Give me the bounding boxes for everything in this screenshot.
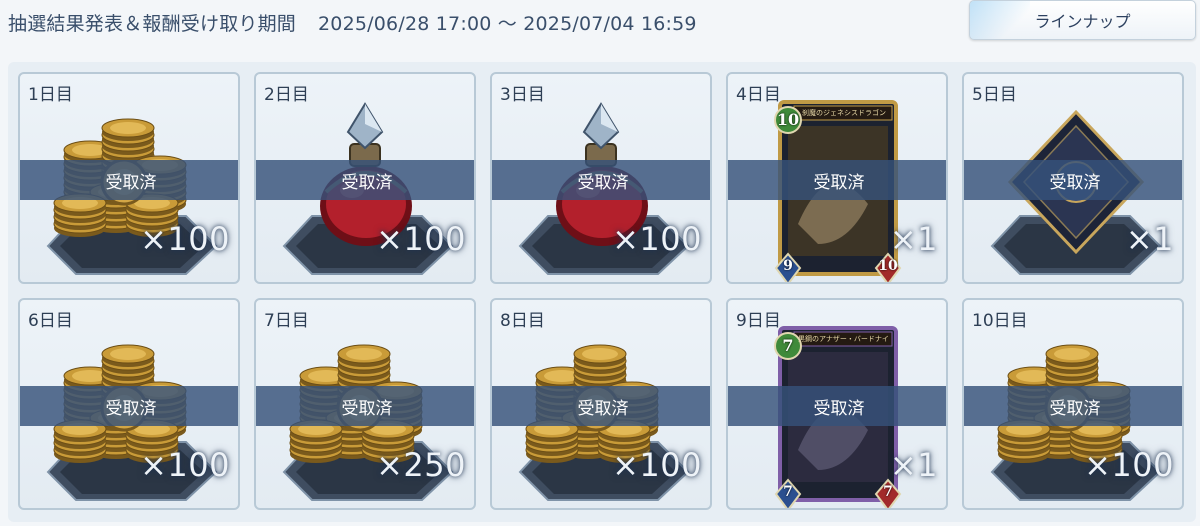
reward-card-day-4[interactable]: 4日目 10 9 10 刹魔のジェネシスドラゴン ×1 受取済	[726, 72, 948, 284]
header: 抽選結果発表＆報酬受け取り期間 2025/06/28 17:00 ～ 2025/0…	[0, 0, 1200, 46]
reward-quantity: ×1	[889, 446, 938, 484]
reward-card-day-9[interactable]: 9日目 7 7 7 黒鋼のアナザー・バードナイト ×1 受取済	[726, 298, 948, 510]
reward-quantity: ×100	[612, 220, 702, 258]
reward-card-day-10[interactable]: 10日目 ×100 受取済	[962, 298, 1184, 510]
sparkle-decoration	[970, 1, 1030, 39]
reward-grid: 1日目 ×100 受取済 2日目 ×100 受取済 3日目 ×100 受取済 4日目 10 9 1…	[8, 62, 1196, 522]
day-label: 6日目	[28, 311, 73, 331]
day-label: 5日目	[972, 85, 1017, 105]
reward-quantity: ×100	[1084, 446, 1174, 484]
reward-quantity: ×250	[376, 446, 466, 484]
reward-quantity: ×1	[1125, 220, 1174, 258]
claimed-status-band: 受取済	[256, 386, 474, 426]
period-range: 2025/06/28 17:00 ～ 2025/07/04 16:59	[318, 13, 697, 35]
period-label: 抽選結果発表＆報酬受け取り期間	[8, 13, 297, 35]
card-defense: 7	[883, 484, 893, 500]
reward-card-day-2[interactable]: 2日目 ×100 受取済	[254, 72, 476, 284]
claimed-status-band: 受取済	[492, 386, 710, 426]
claimed-status-band: 受取済	[964, 386, 1182, 426]
reward-card-day-3[interactable]: 3日目 ×100 受取済	[490, 72, 712, 284]
lineup-button-label: ラインナップ	[1034, 12, 1131, 31]
day-label: 9日目	[736, 311, 781, 331]
card-attack: 7	[783, 484, 793, 500]
claimed-status-band: 受取済	[728, 386, 946, 426]
card-name: 刹魔のジェネシスドラゴン	[802, 109, 886, 117]
day-label: 8日目	[500, 311, 545, 331]
card-name: 黒鋼のアナザー・バードナイト	[798, 335, 890, 343]
reward-card-day-5[interactable]: 5日目 ×1 受取済	[962, 72, 1184, 284]
reward-card-day-1[interactable]: 1日目 ×100 受取済	[18, 72, 240, 284]
claimed-status-band: 受取済	[492, 160, 710, 200]
day-label: 10日目	[972, 311, 1028, 331]
card-defense: 10	[878, 258, 898, 274]
reward-quantity: ×100	[612, 446, 702, 484]
reward-quantity: ×1	[889, 220, 938, 258]
lineup-button[interactable]: ラインナップ	[969, 0, 1196, 40]
reward-quantity: ×100	[140, 446, 230, 484]
reward-quantity: ×100	[376, 220, 466, 258]
day-label: 2日目	[264, 85, 309, 105]
claimed-status-band: 受取済	[256, 160, 474, 200]
claimed-status-band: 受取済	[20, 386, 238, 426]
day-label: 3日目	[500, 85, 545, 105]
reward-period: 抽選結果発表＆報酬受け取り期間 2025/06/28 17:00 ～ 2025/0…	[8, 9, 697, 36]
reward-card-day-6[interactable]: 6日目 ×100 受取済	[18, 298, 240, 510]
claimed-status-band: 受取済	[964, 160, 1182, 200]
claimed-status-band: 受取済	[20, 160, 238, 200]
reward-quantity: ×100	[140, 220, 230, 258]
card-attack: 9	[783, 258, 793, 274]
claimed-status-band: 受取済	[728, 160, 946, 200]
reward-card-day-8[interactable]: 8日目 ×100 受取済	[490, 298, 712, 510]
day-label: 4日目	[736, 85, 781, 105]
reward-card-day-7[interactable]: 7日目 ×250 受取済	[254, 298, 476, 510]
day-label: 7日目	[264, 311, 309, 331]
day-label: 1日目	[28, 85, 73, 105]
